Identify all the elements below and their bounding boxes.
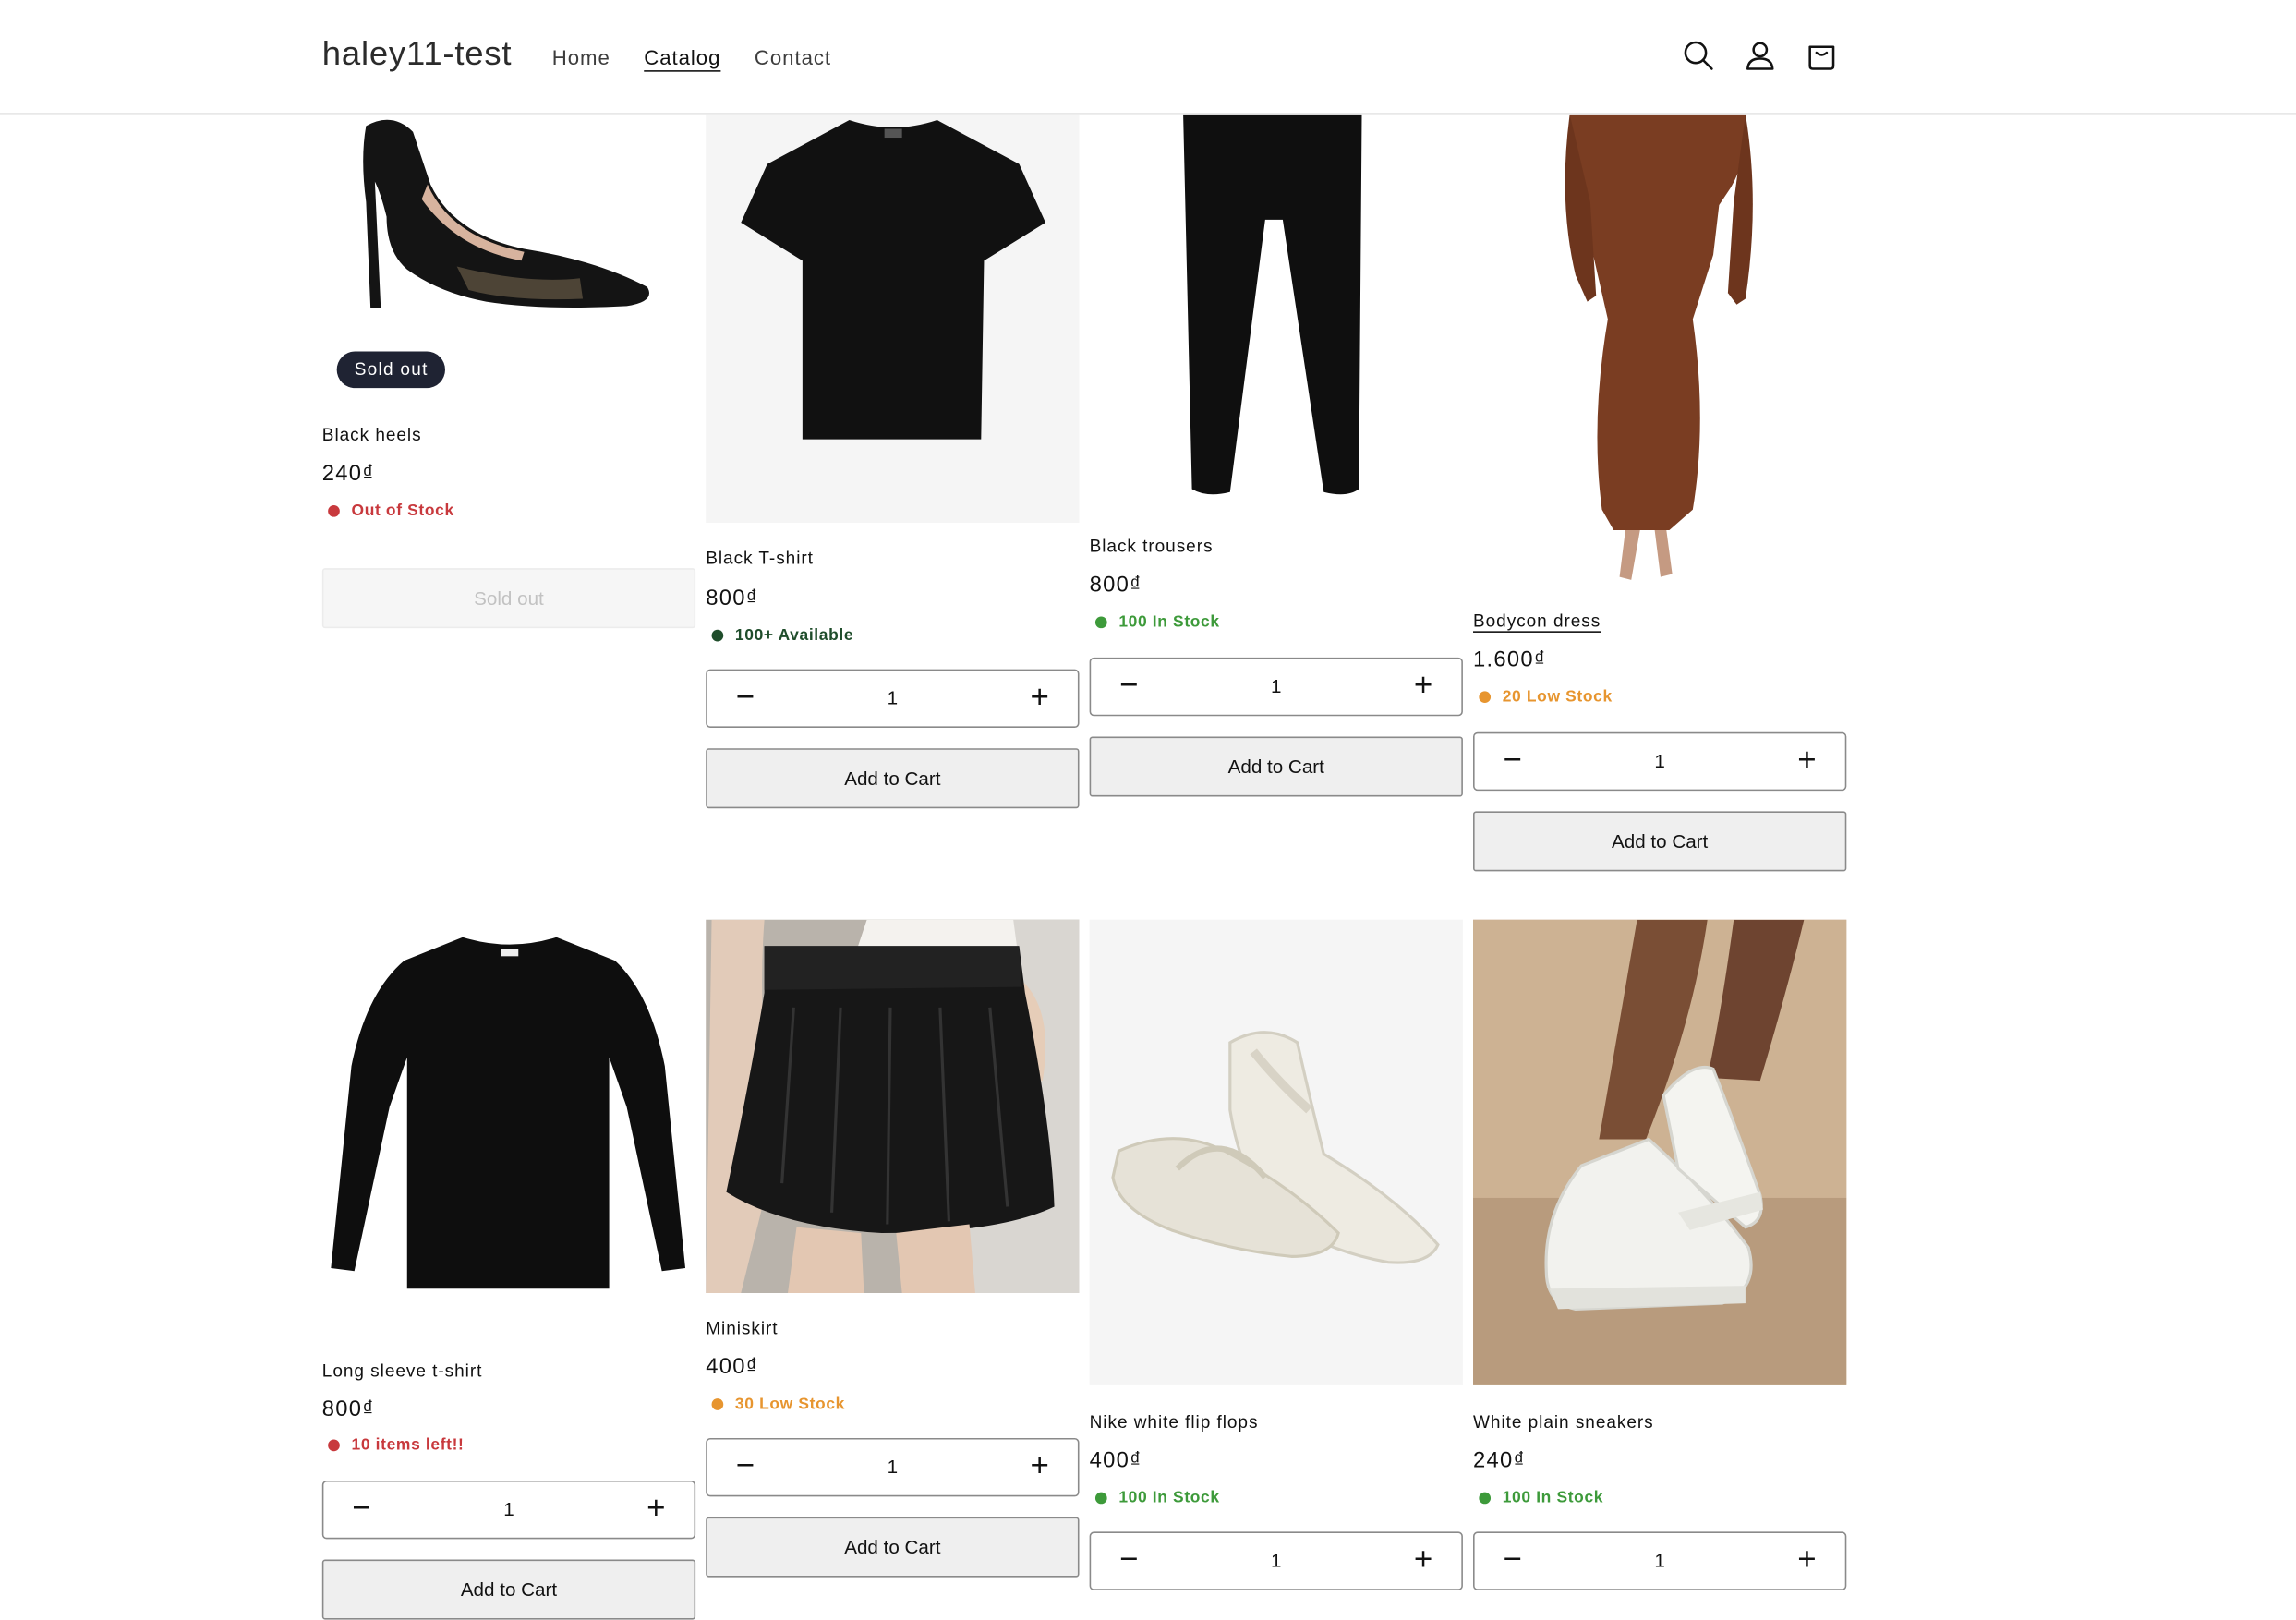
increase-quantity-button[interactable]: + bbox=[1778, 733, 1836, 789]
product-title[interactable]: Black T-shirt bbox=[706, 548, 814, 568]
product-price: 400₫ bbox=[706, 1354, 759, 1380]
decrease-quantity-button[interactable]: − bbox=[1483, 1533, 1541, 1589]
stock-status: 100+ Available bbox=[711, 626, 854, 645]
quantity-input[interactable]: 1 bbox=[1178, 659, 1373, 714]
increase-quantity-button[interactable]: + bbox=[1010, 1440, 1069, 1495]
product-price: 800₫ bbox=[321, 1396, 375, 1422]
increase-quantity-button[interactable]: + bbox=[1010, 671, 1069, 726]
stock-status: Out of Stock bbox=[328, 502, 454, 520]
product-image[interactable] bbox=[1089, 919, 1463, 1385]
stock-dot-icon bbox=[328, 1439, 340, 1452]
product-price: 800₫ bbox=[1089, 572, 1142, 598]
decrease-quantity-button[interactable]: − bbox=[1483, 733, 1541, 789]
product-price: 1.600₫ bbox=[1473, 647, 1547, 672]
page: haley11-test Home Catalog Contact Sold o… bbox=[0, 0, 2296, 1620]
quantity-input[interactable]: 1 bbox=[1563, 1533, 1758, 1589]
product-image[interactable] bbox=[1089, 114, 1463, 510]
stock-dot-icon bbox=[1094, 616, 1107, 629]
stock-status: 100 In Stock bbox=[1094, 1489, 1220, 1507]
quantity-input[interactable]: 1 bbox=[795, 1440, 990, 1495]
product-price: 800₫ bbox=[706, 586, 759, 611]
product-price: 240₫ bbox=[1473, 1448, 1526, 1474]
sold-out-button: Sold out bbox=[321, 568, 696, 629]
stock-label: 100 In Stock bbox=[1118, 613, 1220, 632]
stock-dot-icon bbox=[328, 504, 340, 517]
quantity-stepper: − 1 + bbox=[1473, 731, 1847, 792]
product-image[interactable] bbox=[1473, 114, 1847, 586]
increase-quantity-button[interactable]: + bbox=[627, 1482, 685, 1538]
account-icon[interactable] bbox=[1744, 40, 1776, 72]
product-title-link[interactable]: Bodycon dress bbox=[1473, 611, 1601, 631]
stock-status: 20 Low Stock bbox=[1479, 688, 1612, 706]
nav-contact[interactable]: Contact bbox=[755, 45, 831, 68]
product-title[interactable]: Black trousers bbox=[1090, 536, 1214, 556]
nav-catalog[interactable]: Catalog bbox=[644, 45, 720, 68]
stock-label: 100 In Stock bbox=[1118, 1489, 1220, 1507]
stock-label: 10 items left!! bbox=[351, 1436, 465, 1455]
add-to-cart-button[interactable]: Add to Cart bbox=[706, 1517, 1080, 1578]
stock-dot-icon bbox=[1094, 1492, 1107, 1505]
product-title[interactable]: White plain sneakers bbox=[1473, 1411, 1654, 1432]
stock-dot-icon bbox=[711, 1398, 724, 1410]
increase-quantity-button[interactable]: + bbox=[1394, 1533, 1452, 1589]
sold-out-badge: Sold out bbox=[336, 351, 446, 389]
stock-dot-icon bbox=[1479, 691, 1492, 704]
cart-icon[interactable] bbox=[1806, 40, 1838, 72]
quantity-input[interactable]: 1 bbox=[795, 671, 990, 726]
decrease-quantity-button[interactable]: − bbox=[1100, 1533, 1158, 1589]
product-price: 240₫ bbox=[321, 461, 375, 487]
stock-label: 100+ Available bbox=[734, 626, 854, 645]
stock-status: 100 In Stock bbox=[1479, 1489, 1603, 1506]
add-to-cart-button[interactable]: Add to Cart bbox=[321, 1559, 696, 1620]
add-to-cart-button[interactable]: Add to Cart bbox=[1473, 811, 1847, 872]
product-image[interactable] bbox=[706, 114, 1080, 524]
quantity-stepper: − 1 + bbox=[1473, 1531, 1847, 1590]
quantity-stepper: − 1 + bbox=[1089, 657, 1463, 717]
quantity-input[interactable]: 1 bbox=[1563, 733, 1758, 789]
product-image[interactable] bbox=[706, 919, 1080, 1293]
stock-label: 100 In Stock bbox=[1502, 1489, 1604, 1507]
search-icon[interactable] bbox=[1683, 40, 1715, 72]
stock-label: 30 Low Stock bbox=[734, 1395, 846, 1414]
product-title[interactable]: Black heels bbox=[322, 425, 422, 445]
product-image[interactable] bbox=[1473, 919, 1847, 1385]
quantity-stepper: − 1 + bbox=[1089, 1531, 1463, 1590]
stock-label: Out of Stock bbox=[351, 502, 454, 520]
product-title[interactable]: Long sleeve t-shirt bbox=[322, 1360, 483, 1381]
nav-home[interactable]: Home bbox=[552, 45, 610, 68]
decrease-quantity-button[interactable]: − bbox=[716, 1440, 774, 1495]
quantity-input[interactable]: 1 bbox=[1178, 1533, 1373, 1589]
product-price: 400₫ bbox=[1089, 1448, 1142, 1474]
stock-status: 100 In Stock bbox=[1094, 613, 1220, 632]
stock-label: 20 Low Stock bbox=[1502, 688, 1613, 707]
main-nav: Home Catalog Contact bbox=[552, 45, 831, 68]
site-header: haley11-test Home Catalog Contact bbox=[0, 0, 2296, 115]
add-to-cart-button[interactable]: Add to Cart bbox=[706, 748, 1080, 809]
quantity-input[interactable]: 1 bbox=[412, 1482, 607, 1538]
product-image[interactable]: Sold out bbox=[321, 114, 696, 397]
quantity-stepper: − 1 + bbox=[706, 1437, 1080, 1497]
quantity-stepper: − 1 + bbox=[321, 1480, 696, 1540]
quantity-stepper: − 1 + bbox=[706, 669, 1080, 728]
product-title[interactable]: Miniskirt bbox=[706, 1318, 778, 1338]
add-to-cart-button[interactable]: Add to Cart bbox=[1089, 736, 1463, 797]
stock-status: 30 Low Stock bbox=[711, 1395, 846, 1414]
increase-quantity-button[interactable]: + bbox=[1394, 659, 1452, 714]
stock-dot-icon bbox=[711, 629, 724, 642]
product-image[interactable] bbox=[321, 919, 696, 1345]
product-title[interactable]: Nike white flip flops bbox=[1090, 1411, 1259, 1432]
decrease-quantity-button[interactable]: − bbox=[1100, 659, 1158, 714]
decrease-quantity-button[interactable]: − bbox=[332, 1482, 391, 1538]
store-logo[interactable]: haley11-test bbox=[322, 33, 512, 73]
stock-status: 10 items left!! bbox=[328, 1436, 464, 1454]
stock-dot-icon bbox=[1479, 1492, 1492, 1505]
increase-quantity-button[interactable]: + bbox=[1778, 1533, 1836, 1589]
decrease-quantity-button[interactable]: − bbox=[716, 671, 774, 726]
